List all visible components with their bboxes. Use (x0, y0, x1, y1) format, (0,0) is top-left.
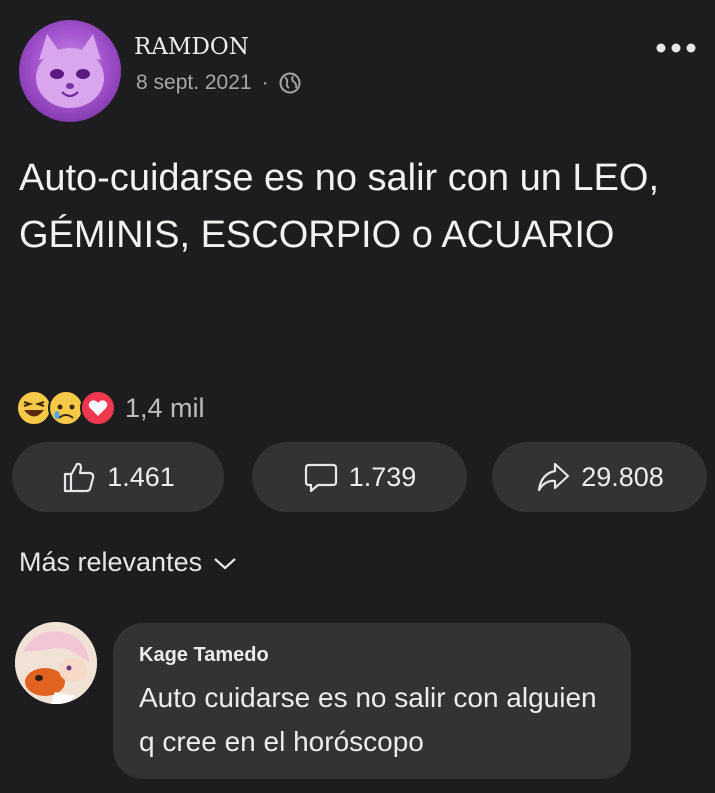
comment-count: 1.739 (348, 461, 417, 492)
love-icon (80, 390, 116, 426)
post-author-name[interactable]: RAMDON (134, 34, 249, 60)
reactions-summary[interactable]: 1,4 mil (15, 389, 205, 427)
anime-avatar-image (15, 622, 97, 704)
commenter-avatar[interactable] (15, 622, 97, 704)
cat-avatar-image (36, 34, 104, 108)
comment-button[interactable]: 1.739 (252, 442, 467, 512)
commenter-name[interactable]: Kage Tamedo (139, 644, 269, 667)
comment-sort-dropdown[interactable]: Más relevantes (19, 547, 238, 578)
comment-icon (304, 463, 337, 493)
comment-text: Auto cuidarse es no salir con alguien q … (139, 682, 597, 757)
sort-label: Más relevantes (19, 547, 203, 577)
post-meta: 8 sept. 2021 · (136, 71, 301, 95)
chevron-down-icon (214, 557, 236, 569)
post-date[interactable]: 8 sept. 2021 (136, 71, 252, 95)
comment-bubble: Kage Tamedo Auto cuidarse es no salir co… (113, 623, 631, 779)
share-count: 29.808 (581, 461, 664, 492)
post-text: Auto-cuidarse es no salir con un LEO, GÉ… (19, 157, 660, 256)
more-options-icon[interactable] (654, 40, 698, 56)
reaction-count: 1,4 mil (125, 392, 205, 423)
like-count: 1.461 (107, 461, 175, 492)
like-button[interactable]: 1.461 (12, 442, 224, 512)
globe-icon (279, 72, 301, 94)
share-arrow-icon (538, 462, 570, 492)
thumbs-up-icon (64, 462, 95, 493)
meta-separator: · (261, 71, 269, 94)
author-avatar[interactable] (19, 20, 121, 122)
share-button[interactable]: 29.808 (492, 442, 707, 512)
